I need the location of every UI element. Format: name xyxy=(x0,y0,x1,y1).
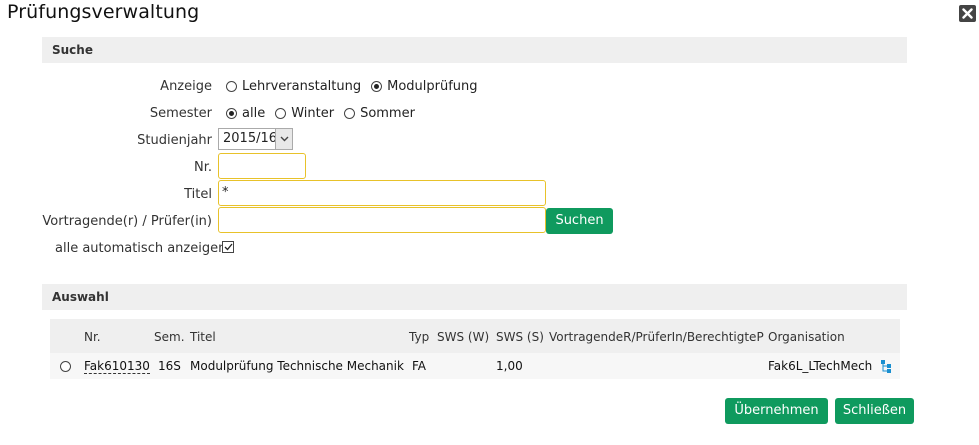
auto-show-checkbox[interactable] xyxy=(222,241,234,253)
studienjahr-label: Studienjahr xyxy=(137,133,212,148)
chevron-down-icon[interactable] xyxy=(275,129,292,149)
col-sws-w: SWS (W) xyxy=(437,330,490,344)
row-sws-s: 1,00 xyxy=(496,359,523,373)
vortragende-label: Vortragende(r) / Prüfer(in) xyxy=(42,214,212,229)
nr-input[interactable] xyxy=(218,153,306,179)
radio-label: Sommer xyxy=(360,106,415,121)
titel-label: Titel xyxy=(184,187,212,202)
results-table-header: Nr. Sem. Titel Typ SWS (W) SWS (S) Vortr… xyxy=(50,319,900,353)
dialog-title: Prüfungsverwaltung xyxy=(7,1,200,23)
accept-button[interactable]: Übernehmen xyxy=(725,398,828,424)
row-titel: Modulprüfung Technische Mechanik xyxy=(190,359,404,373)
radio-sommer[interactable]: Sommer xyxy=(344,106,415,121)
search-button[interactable]: Suchen xyxy=(546,208,613,234)
nr-label: Nr. xyxy=(193,160,212,175)
semester-radio-group: alle Winter Sommer xyxy=(226,106,425,121)
col-titel: Titel xyxy=(190,330,216,344)
row-typ: FA xyxy=(412,359,427,373)
vortragende-input[interactable] xyxy=(218,207,546,233)
col-typ: Typ xyxy=(409,330,430,344)
close-button[interactable]: Schließen xyxy=(835,398,914,424)
semester-label: Semester xyxy=(149,106,212,121)
auto-show-label: alle automatisch anzeigen xyxy=(55,241,227,256)
col-organisation: Organisation xyxy=(768,330,845,344)
col-sws-s: SWS (S) xyxy=(496,330,544,344)
radio-button[interactable] xyxy=(226,81,237,92)
radio-winter[interactable]: Winter xyxy=(275,106,334,121)
row-organisation: Fak6L_LTechMech xyxy=(768,359,873,373)
radio-button[interactable] xyxy=(344,108,356,119)
results-section-header: Auswahl xyxy=(42,284,907,310)
radio-lehrveranstaltung[interactable]: Lehrveranstaltung xyxy=(226,79,361,94)
close-icon[interactable] xyxy=(959,5,976,22)
radio-label: Modulprüfung xyxy=(387,79,478,94)
radio-button-checked[interactable] xyxy=(226,108,237,119)
radio-label: alle xyxy=(242,106,266,121)
row-select-radio[interactable] xyxy=(60,361,71,372)
studienjahr-select[interactable]: 2015/16 xyxy=(218,128,293,150)
anzeige-label: Anzeige xyxy=(160,79,212,94)
org-tree-icon[interactable] xyxy=(880,358,892,377)
row-nr-link[interactable]: Fak610130 xyxy=(84,359,150,374)
col-vortragende: VortragendeR/PrüferIn/BerechtigteP xyxy=(549,330,764,344)
anzeige-radio-group: Lehrveranstaltung Modulprüfung xyxy=(226,79,488,94)
titel-input[interactable]: * xyxy=(218,180,546,206)
radio-label: Winter xyxy=(291,106,335,121)
table-row[interactable]: Fak610130 16S Modulprüfung Technische Me… xyxy=(50,353,900,379)
search-section-header: Suche xyxy=(42,37,907,63)
row-sem: 16S xyxy=(158,359,181,373)
col-nr: Nr. xyxy=(84,330,101,344)
studienjahr-value: 2015/16 xyxy=(223,131,278,146)
col-sem: Sem. xyxy=(154,330,185,344)
radio-alle[interactable]: alle xyxy=(226,106,265,121)
radio-label: Lehrveranstaltung xyxy=(242,79,362,94)
radio-button-checked[interactable] xyxy=(371,81,383,92)
radio-button[interactable] xyxy=(275,108,287,119)
radio-modulpruefung[interactable]: Modulprüfung xyxy=(371,79,478,94)
